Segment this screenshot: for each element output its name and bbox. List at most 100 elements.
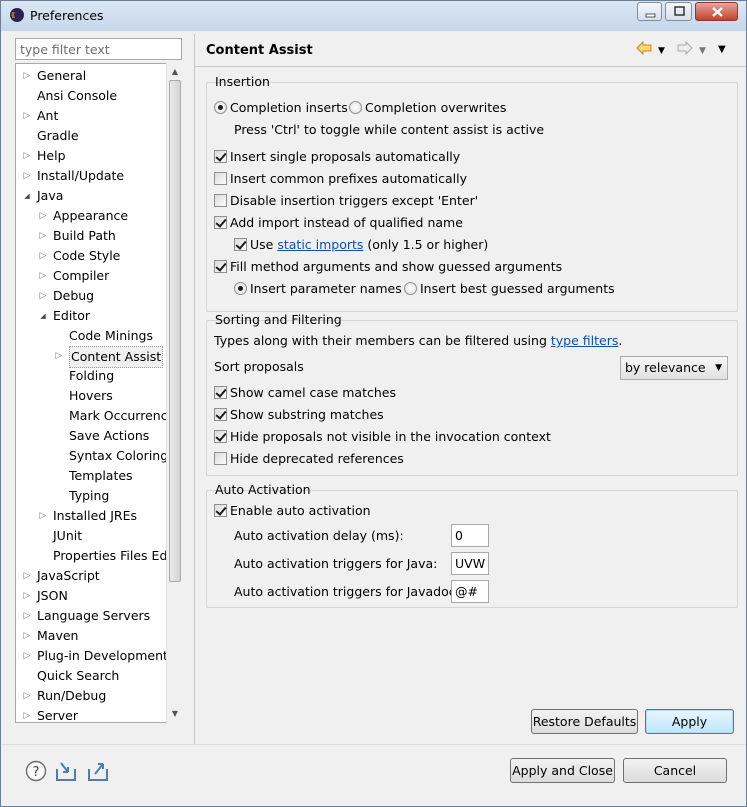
insert-parameter-names-radio[interactable]: Insert parameter names <box>234 279 402 299</box>
sort-proposals-select[interactable]: by relevance ▼ <box>620 356 728 380</box>
back-menu-chevron-icon[interactable]: ▼ <box>658 44 665 58</box>
tree-item[interactable]: ▷ Installed JREs <box>16 506 167 526</box>
tree-item[interactable]: Code Minings <box>16 326 167 346</box>
tree-item[interactable]: ▷ JavaScript <box>16 566 167 586</box>
tree-item[interactable]: Save Actions <box>16 426 167 446</box>
forward-arrow-icon[interactable] <box>677 41 693 55</box>
tree-item[interactable]: ▷ General <box>16 66 167 86</box>
insert-single-checkbox[interactable]: Insert single proposals automatically <box>214 147 460 167</box>
insert-common-checkbox[interactable]: Insert common prefixes automatically <box>214 169 467 189</box>
tree-collapsed-arrow-icon[interactable]: ▷ <box>22 691 32 701</box>
tree-collapsed-arrow-icon[interactable]: ▷ <box>38 251 48 261</box>
enable-auto-activation-checkbox[interactable]: Enable auto activation <box>214 501 371 521</box>
tree-item[interactable]: ▷ Plug-in Development <box>16 646 168 666</box>
scroll-up-icon[interactable]: ▲ <box>170 67 180 77</box>
content-panel: Content Assist ▼ ▼ ▼ Insertion Completio… <box>194 34 746 744</box>
tree-item[interactable]: Typing <box>16 486 167 506</box>
tree-item[interactable]: ▷ Install/Update <box>16 166 167 186</box>
tree-collapsed-arrow-icon[interactable]: ▷ <box>38 511 48 521</box>
tree-collapsed-arrow-icon[interactable]: ▷ <box>22 711 32 721</box>
tree-item[interactable]: ◢ Editor <box>16 306 167 326</box>
type-filters-link[interactable]: type filters <box>551 333 619 348</box>
tree-item-label: Quick Search <box>37 668 120 683</box>
forward-menu-chevron-icon[interactable]: ▼ <box>699 44 706 58</box>
tree-collapsed-arrow-icon[interactable]: ▷ <box>22 591 32 601</box>
tree-item[interactable]: Templates <box>16 466 167 486</box>
tree-item[interactable]: Mark Occurrences <box>16 406 181 426</box>
tree-collapsed-arrow-icon[interactable]: ▷ <box>22 71 32 81</box>
tree-item[interactable]: ◢ Java <box>16 186 167 206</box>
java-triggers-field[interactable]: UVW <box>451 552 489 575</box>
delay-field[interactable]: 0 <box>451 524 489 547</box>
hide-deprecated-checkbox[interactable]: Hide deprecated references <box>214 449 404 469</box>
tree-collapsed-arrow-icon[interactable]: ▷ <box>22 111 32 121</box>
title-bar: Preferences <box>1 1 746 31</box>
tree-item[interactable]: ▷ Content Assist <box>16 346 167 368</box>
scroll-down-icon[interactable]: ▼ <box>170 709 180 719</box>
view-menu-icon[interactable]: ▼ <box>718 43 726 57</box>
tree-item[interactable]: ▷ Language Servers <box>16 606 167 626</box>
tree-item[interactable]: ▷ Maven <box>16 626 167 646</box>
tree-collapsed-arrow-icon[interactable]: ▷ <box>38 231 48 241</box>
tree-item[interactable]: ▷ Code Style <box>16 246 167 266</box>
tree-item[interactable]: ▷ Server <box>16 706 167 722</box>
tree-item[interactable]: ▷ Compiler <box>16 266 167 286</box>
tree-collapsed-arrow-icon[interactable]: ▷ <box>54 351 64 361</box>
tree-collapsed-arrow-icon[interactable]: ▷ <box>38 291 48 301</box>
fill-arguments-checkbox[interactable]: Fill method arguments and show guessed a… <box>214 257 562 277</box>
javadoc-triggers-field[interactable]: @# <box>451 580 489 603</box>
window-title: Preferences <box>30 8 104 23</box>
tree-item[interactable]: ▷ Run/Debug <box>16 686 167 706</box>
tree-item[interactable]: ▷ Build Path <box>16 226 167 246</box>
disable-triggers-checkbox[interactable]: Disable insertion triggers except 'Enter… <box>214 191 478 211</box>
import-icon[interactable] <box>55 760 77 782</box>
tree-expanded-arrow-icon[interactable]: ◢ <box>22 191 32 201</box>
tree-item[interactable]: Gradle <box>16 126 167 146</box>
tree-collapsed-arrow-icon[interactable]: ▷ <box>38 211 48 221</box>
export-icon[interactable] <box>87 760 109 782</box>
completion-overwrites-radio[interactable]: Completion overwrites <box>349 98 506 118</box>
tree-item[interactable]: ▷ Ant <box>16 106 167 126</box>
apply-and-close-button[interactable]: Apply and Close <box>510 758 615 783</box>
tree-collapsed-arrow-icon[interactable]: ▷ <box>22 631 32 641</box>
back-arrow-icon[interactable] <box>636 41 652 55</box>
maximize-button[interactable] <box>665 2 692 21</box>
tree-item[interactable]: Quick Search <box>16 666 167 686</box>
completion-inserts-radio[interactable]: Completion inserts <box>214 98 348 118</box>
add-import-checkbox[interactable]: Add import instead of qualified name <box>214 213 463 233</box>
restore-defaults-button[interactable]: Restore Defaults <box>531 709 638 734</box>
tree-collapsed-arrow-icon[interactable]: ▷ <box>22 571 32 581</box>
eclipse-icon <box>10 8 24 22</box>
help-icon[interactable]: ? <box>25 760 47 782</box>
tree-collapsed-arrow-icon[interactable]: ▷ <box>22 651 32 661</box>
tree-collapsed-arrow-icon[interactable]: ▷ <box>22 151 32 161</box>
filter-input[interactable] <box>15 38 182 60</box>
tree-collapsed-arrow-icon[interactable]: ▷ <box>22 171 32 181</box>
tree-collapsed-arrow-icon[interactable]: ▷ <box>38 271 48 281</box>
tree-item[interactable]: JUnit <box>16 526 167 546</box>
tree-item[interactable]: ▷ Help <box>16 146 167 166</box>
minimize-button[interactable] <box>637 2 662 21</box>
tree-item[interactable]: ▷ Debug <box>16 286 167 306</box>
tree-item[interactable]: Hovers <box>16 386 167 406</box>
tree-scrollbar[interactable]: ▲ ▼ <box>166 63 182 723</box>
tree-item-label: Install/Update <box>37 168 125 183</box>
tree-collapsed-arrow-icon[interactable]: ▷ <box>22 611 32 621</box>
tree-item[interactable]: ▷ JSON <box>16 586 167 606</box>
close-button[interactable] <box>695 2 738 21</box>
tree-item[interactable]: ▷ Appearance <box>16 206 167 226</box>
scroll-thumb[interactable] <box>169 80 181 582</box>
static-imports-checkbox[interactable]: Use static imports (only 1.5 or higher) <box>234 235 488 255</box>
tree-item[interactable]: Ansi Console <box>16 86 167 106</box>
substring-checkbox[interactable]: Show substring matches <box>214 405 384 425</box>
camel-case-checkbox[interactable]: Show camel case matches <box>214 383 396 403</box>
tree-expanded-arrow-icon[interactable]: ◢ <box>38 311 48 321</box>
insert-best-guessed-radio[interactable]: Insert best guessed arguments <box>404 279 615 299</box>
apply-button[interactable]: Apply <box>645 709 734 734</box>
cancel-button[interactable]: Cancel <box>623 758 727 783</box>
static-imports-link[interactable]: static imports <box>277 237 363 252</box>
hide-not-visible-checkbox[interactable]: Hide proposals not visible in the invoca… <box>214 427 551 447</box>
tree-item[interactable]: Properties Files Editor <box>16 546 181 566</box>
tree-item[interactable]: Syntax Coloring <box>16 446 168 466</box>
tree-item[interactable]: Folding <box>16 366 167 386</box>
